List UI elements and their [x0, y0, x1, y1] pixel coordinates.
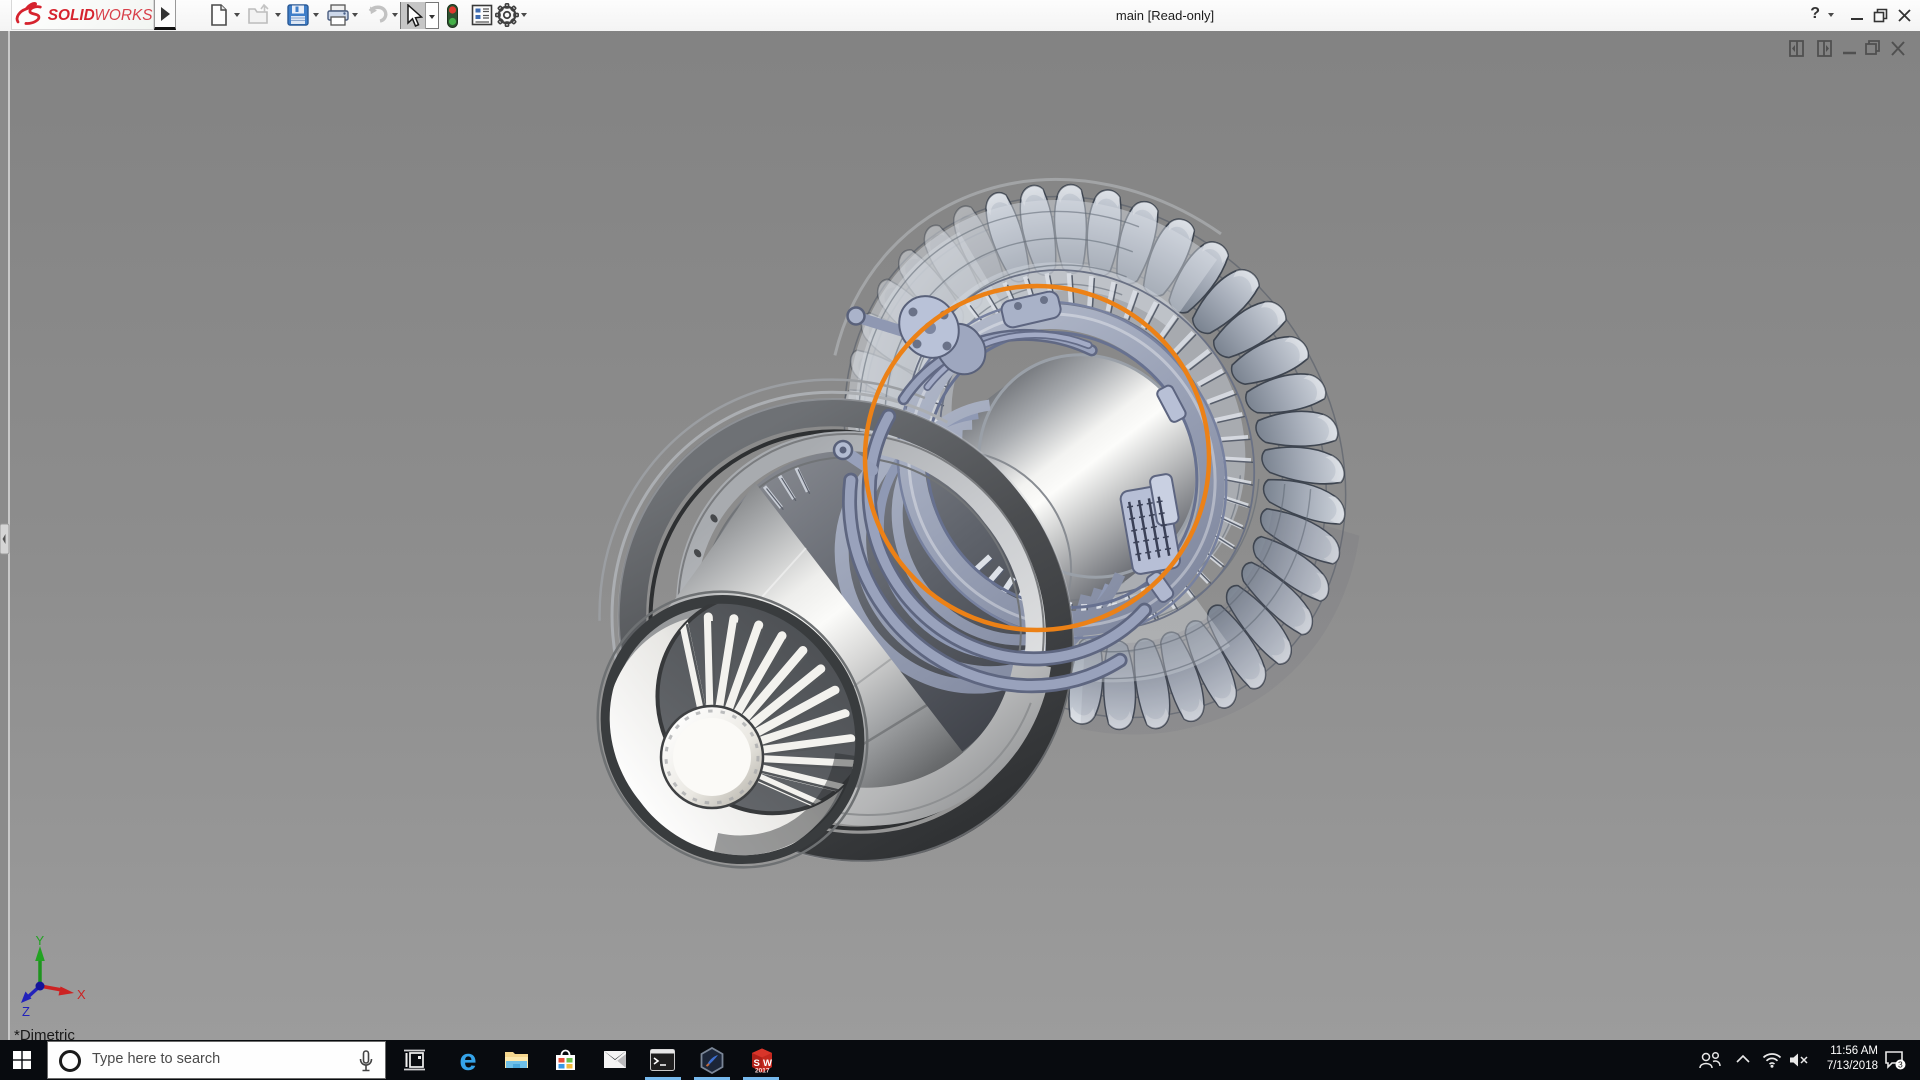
svg-text:SOLID: SOLID	[48, 7, 95, 24]
svg-text:WORKS: WORKS	[94, 7, 153, 24]
svg-text:2017: 2017	[755, 1068, 770, 1075]
svg-text:Y: Y	[36, 933, 45, 948]
svg-text:3: 3	[1898, 1060, 1903, 1070]
svg-text:Z: Z	[22, 1004, 30, 1019]
svg-text:X: X	[77, 987, 86, 1002]
